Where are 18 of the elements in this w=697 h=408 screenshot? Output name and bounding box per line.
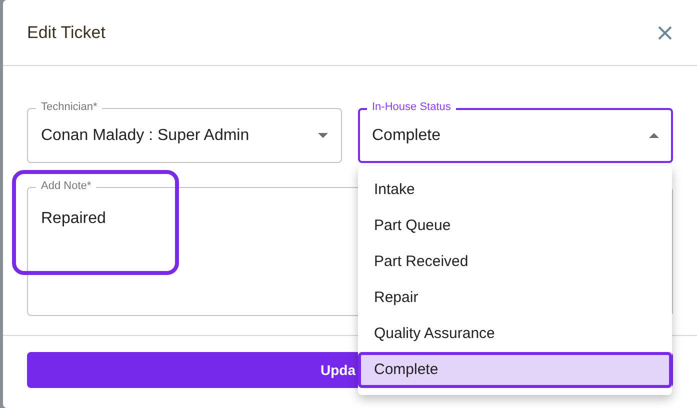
menu-option[interactable]: Intake bbox=[358, 172, 672, 208]
close-icon[interactable] bbox=[657, 24, 673, 40]
select-field[interactable]: In-House Status Complete bbox=[358, 101, 673, 163]
menu-option[interactable]: Complete bbox=[358, 352, 672, 388]
menu-option[interactable]: Quality Assurance bbox=[358, 316, 672, 352]
field-value: Conan Malady : Super Admin bbox=[41, 126, 250, 144]
select-field[interactable]: Technician* Conan Malady : Super Admin bbox=[27, 101, 342, 163]
menu-option[interactable]: Repair bbox=[358, 280, 672, 316]
dialog-title: Edit Ticket bbox=[27, 22, 106, 42]
field-label: In-House Status bbox=[367, 101, 456, 113]
field-label: Technician* bbox=[36, 101, 102, 113]
caret-icon bbox=[649, 133, 659, 138]
caret-icon bbox=[318, 133, 328, 138]
field-value: Complete bbox=[372, 126, 442, 144]
field-label: Add Note* bbox=[36, 180, 96, 192]
menu-option[interactable]: Part Queue bbox=[358, 208, 672, 244]
menu-option[interactable]: Part Received bbox=[358, 244, 672, 280]
note-text: Repaired bbox=[41, 210, 106, 227]
